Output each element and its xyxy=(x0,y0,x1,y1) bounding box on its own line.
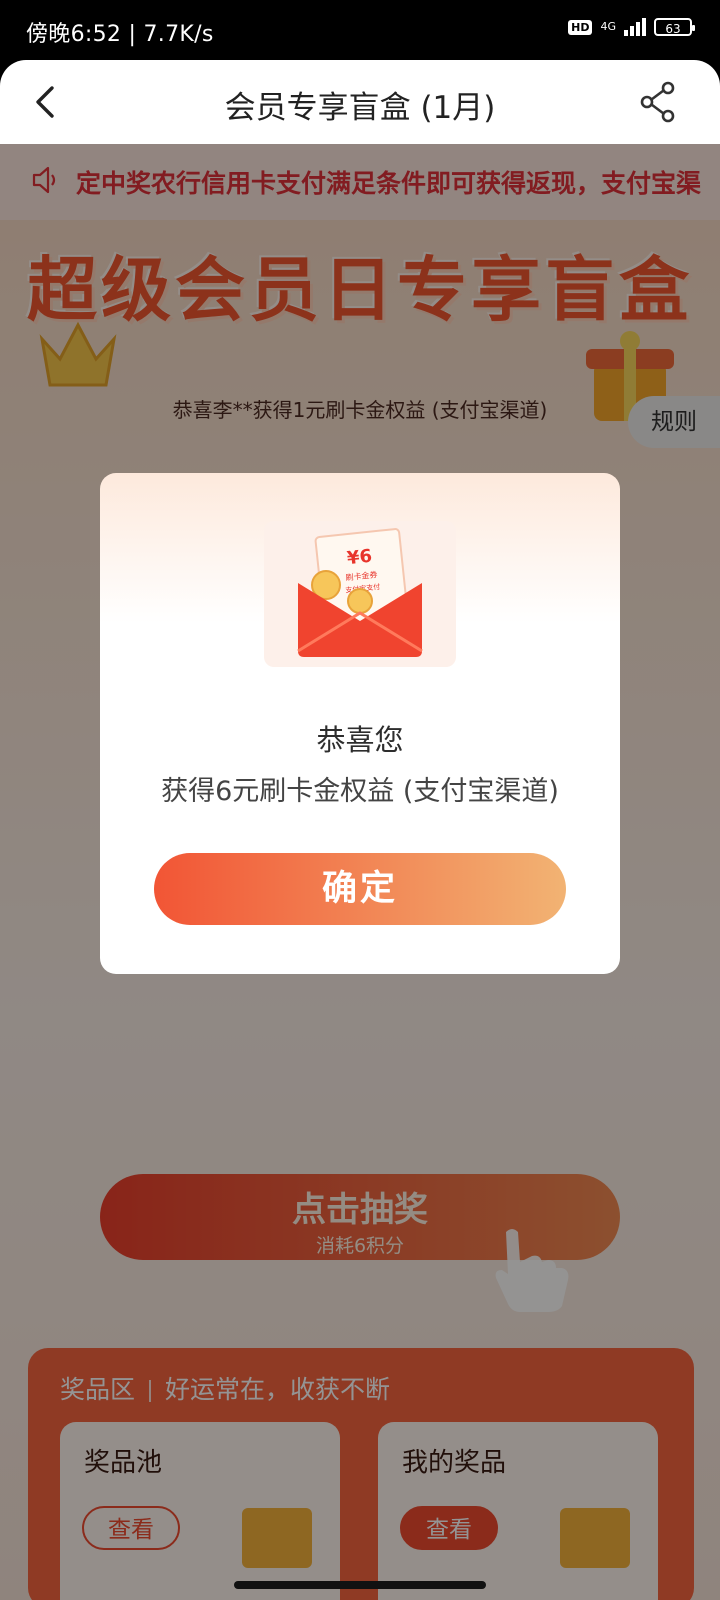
status-icons: HD 4G 63 xyxy=(568,18,695,36)
network-label: 4G xyxy=(600,20,616,33)
share-icon[interactable] xyxy=(636,80,680,124)
envelope-amount: ¥6 xyxy=(346,546,373,570)
reward-dialog: ¥6 刷卡金券 支付宝支付 恭喜您 获得6元刷卡金权益 (支付宝渠道) 确定 xyxy=(100,473,620,974)
page-title: 会员专享盲盒 (1月) xyxy=(224,90,496,126)
status-bar: 傍晚6:52 | 7.7K/s HD 4G 63 xyxy=(0,0,720,62)
signal-icon xyxy=(624,18,646,36)
dialog-message: 获得6元刷卡金权益 (支付宝渠道) xyxy=(161,776,559,807)
confirm-button[interactable]: 确定 xyxy=(154,853,566,925)
red-envelope-icon: ¥6 刷卡金券 支付宝支付 xyxy=(264,521,456,667)
navigation-bar: 会员专享盲盒 (1月) xyxy=(0,60,720,144)
dialog-title: 恭喜您 xyxy=(316,723,404,757)
status-time-speed: 傍晚6:52 | 7.7K/s xyxy=(26,22,214,47)
home-indicator[interactable] xyxy=(234,1581,486,1589)
battery-icon: 63 xyxy=(654,18,695,36)
hd-icon: HD xyxy=(568,19,593,35)
